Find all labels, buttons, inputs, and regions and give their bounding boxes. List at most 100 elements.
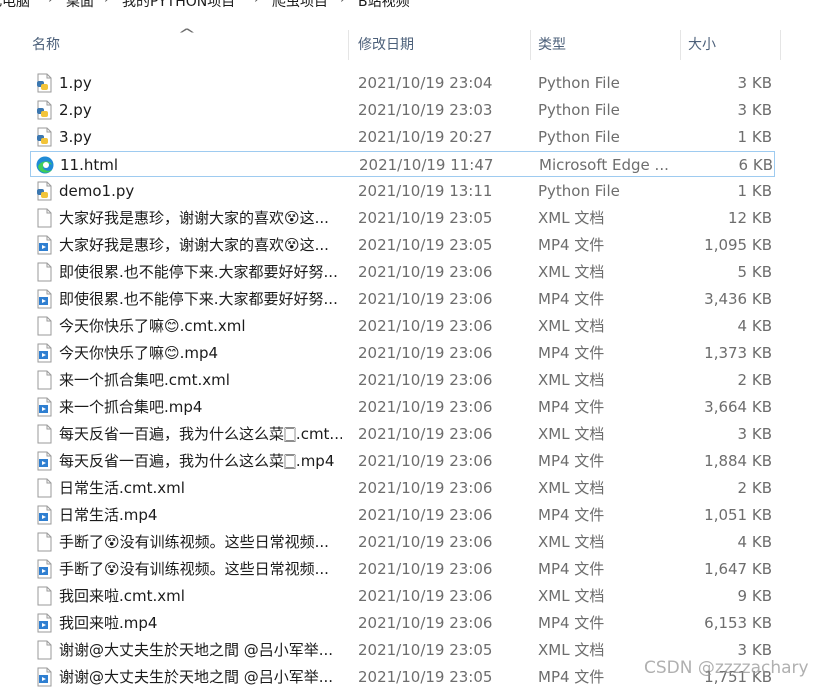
mp4-file-icon bbox=[34, 343, 54, 363]
file-row[interactable]: 每天反省一百遍，我为什么这么菜🀆.mp4 2021/10/19 23:06 MP4 … bbox=[30, 448, 775, 474]
file-row[interactable]: 手断了😵没有训练视频。这些日常视频... 2021/10/19 23:06 MP4 … bbox=[30, 556, 775, 582]
breadcrumb-separator-icon[interactable]: › bbox=[48, 0, 54, 7]
mp4-file-icon bbox=[34, 613, 54, 633]
file-type: MP4 文件 bbox=[538, 236, 605, 254]
file-type: Python File bbox=[538, 74, 620, 92]
file-row[interactable]: 今天你快乐了嘛😊.mp4 2021/10/19 23:06 MP4 文件 1,373 … bbox=[30, 340, 775, 366]
file-row[interactable]: 我回来啦.cmt.xml 2021/10/19 23:06 XML 文档 9 KB bbox=[30, 583, 775, 609]
file-type: XML 文档 bbox=[538, 209, 605, 227]
column-header-date[interactable]: 修改日期 bbox=[358, 30, 414, 60]
file-modified-date: 2021/10/19 23:05 bbox=[358, 668, 493, 686]
file-row[interactable]: 11.html 2021/10/19 11:47 Microsoft Edge ..… bbox=[30, 151, 775, 177]
file-row[interactable]: demo1.py 2021/10/19 13:11 Python File 1 KB bbox=[30, 178, 775, 204]
breadcrumb-separator-icon[interactable]: › bbox=[254, 0, 260, 7]
file-modified-date: 2021/10/19 23:06 bbox=[358, 614, 493, 632]
file-size: 1,095 KB bbox=[704, 236, 772, 254]
file-type: MP4 文件 bbox=[538, 506, 605, 524]
file-type: XML 文档 bbox=[538, 425, 605, 443]
mp4-file-icon bbox=[34, 667, 54, 687]
file-row[interactable]: 2.py 2021/10/19 23:03 Python File 3 KB bbox=[30, 97, 775, 123]
file-size: 3 KB bbox=[737, 101, 772, 119]
file-name: 手断了😵没有训练视频。这些日常视频... bbox=[59, 533, 329, 551]
file-size: 1,884 KB bbox=[704, 452, 772, 470]
column-divider[interactable] bbox=[680, 30, 681, 60]
column-divider[interactable] bbox=[530, 30, 531, 60]
breadcrumb-separator-icon[interactable]: › bbox=[340, 0, 346, 7]
file-modified-date: 2021/10/19 23:06 bbox=[358, 533, 493, 551]
file-row[interactable]: 日常生活.cmt.xml 2021/10/19 23:06 XML 文档 2 KB bbox=[30, 475, 775, 501]
file-size: 4 KB bbox=[737, 533, 772, 551]
xml-file-icon bbox=[34, 532, 54, 552]
file-size: 4 KB bbox=[737, 317, 772, 335]
file-size: 12 KB bbox=[728, 209, 772, 227]
file-modified-date: 2021/10/19 23:04 bbox=[358, 74, 493, 92]
xml-file-icon bbox=[34, 424, 54, 444]
file-type: MP4 文件 bbox=[538, 452, 605, 470]
breadcrumb-item[interactable]: 我的PYTHON项目 bbox=[122, 0, 235, 11]
file-name: 3.py bbox=[59, 128, 92, 146]
file-type: MP4 文件 bbox=[538, 344, 605, 362]
file-name: 每天反省一百遍，我为什么这么菜🀆.cmt... bbox=[59, 425, 342, 443]
file-type: XML 文档 bbox=[538, 317, 605, 335]
file-row[interactable]: 大家好我是惠珍，谢谢大家的喜欢😵这... 2021/10/19 23:05 XML … bbox=[30, 205, 775, 231]
breadcrumb-item[interactable]: 爬虫项目 bbox=[272, 0, 328, 11]
breadcrumb-item[interactable]: B站视频 bbox=[358, 0, 410, 11]
xml-file-icon bbox=[34, 370, 54, 390]
file-row[interactable]: 今天你快乐了嘛😊.cmt.xml 2021/10/19 23:06 XML 文档 4 … bbox=[30, 313, 775, 339]
file-type: MP4 文件 bbox=[538, 398, 605, 416]
file-row[interactable]: 手断了😵没有训练视频。这些日常视频... 2021/10/19 23:06 XML … bbox=[30, 529, 775, 555]
file-row[interactable]: 我回来啦.mp4 2021/10/19 23:06 MP4 文件 6,153 KB bbox=[30, 610, 775, 636]
mp4-file-icon bbox=[34, 505, 54, 525]
xml-file-icon bbox=[34, 262, 54, 282]
file-size: 1,373 KB bbox=[704, 344, 772, 362]
breadcrumb-item[interactable]: 此电脑 bbox=[0, 0, 30, 11]
file-size: 3,436 KB bbox=[704, 290, 772, 308]
xml-file-icon bbox=[34, 640, 54, 660]
file-name: 日常生活.mp4 bbox=[59, 506, 158, 524]
file-row[interactable]: 每天反省一百遍，我为什么这么菜🀆.cmt... 2021/10/19 23:06 X… bbox=[30, 421, 775, 447]
file-row[interactable]: 即使很累.也不能停下来.大家都要好好努... 2021/10/19 23:06 MP… bbox=[30, 286, 775, 312]
file-modified-date: 2021/10/19 23:05 bbox=[358, 641, 493, 659]
file-type: XML 文档 bbox=[538, 263, 605, 281]
python-file-icon bbox=[34, 100, 54, 120]
file-row[interactable]: 大家好我是惠珍，谢谢大家的喜欢😵这... 2021/10/19 23:05 MP4 … bbox=[30, 232, 775, 258]
file-size: 1,051 KB bbox=[704, 506, 772, 524]
file-modified-date: 2021/10/19 23:06 bbox=[358, 452, 493, 470]
column-header-size[interactable]: 大小 bbox=[688, 30, 716, 60]
file-type: Microsoft Edge ... bbox=[539, 156, 669, 174]
file-type: Python File bbox=[538, 128, 620, 146]
file-row[interactable]: 来一个抓合集吧.mp4 2021/10/19 23:06 MP4 文件 3,664 K… bbox=[30, 394, 775, 420]
mp4-file-icon bbox=[34, 451, 54, 471]
file-row[interactable]: 日常生活.mp4 2021/10/19 23:06 MP4 文件 1,051 KB bbox=[30, 502, 775, 528]
column-header-type[interactable]: 类型 bbox=[538, 30, 566, 60]
file-row[interactable]: 3.py 2021/10/19 20:27 Python File 1 KB bbox=[30, 124, 775, 150]
file-row[interactable]: 即使很累.也不能停下来.大家都要好好努... 2021/10/19 23:06 XM… bbox=[30, 259, 775, 285]
file-size: 1 KB bbox=[737, 128, 772, 146]
file-modified-date: 2021/10/19 23:06 bbox=[358, 398, 493, 416]
mp4-file-icon bbox=[34, 397, 54, 417]
file-type: Python File bbox=[538, 182, 620, 200]
column-divider[interactable] bbox=[780, 30, 781, 60]
file-name: 我回来啦.mp4 bbox=[59, 614, 158, 632]
mp4-file-icon bbox=[34, 559, 54, 579]
file-type: XML 文档 bbox=[538, 587, 605, 605]
column-divider[interactable] bbox=[348, 30, 349, 60]
file-type: Python File bbox=[538, 101, 620, 119]
file-row[interactable]: 1.py 2021/10/19 23:04 Python File 3 KB bbox=[30, 70, 775, 96]
column-header-name[interactable]: 名称 bbox=[32, 30, 60, 60]
file-size: 6 KB bbox=[738, 156, 773, 174]
mp4-file-icon bbox=[34, 235, 54, 255]
file-type: XML 文档 bbox=[538, 479, 605, 497]
breadcrumb-item[interactable]: 桌面 bbox=[66, 0, 94, 11]
python-file-icon bbox=[34, 73, 54, 93]
file-row[interactable]: 来一个抓合集吧.cmt.xml 2021/10/19 23:06 XML 文档 2 K… bbox=[30, 367, 775, 393]
file-size: 1 KB bbox=[737, 182, 772, 200]
breadcrumb-separator-icon[interactable]: › bbox=[104, 0, 110, 7]
file-modified-date: 2021/10/19 20:27 bbox=[358, 128, 493, 146]
file-modified-date: 2021/10/19 23:06 bbox=[358, 587, 493, 605]
xml-file-icon bbox=[34, 316, 54, 336]
file-type: XML 文档 bbox=[538, 533, 605, 551]
python-file-icon bbox=[34, 127, 54, 147]
file-size: 2 KB bbox=[737, 371, 772, 389]
python-file-icon bbox=[34, 181, 54, 201]
